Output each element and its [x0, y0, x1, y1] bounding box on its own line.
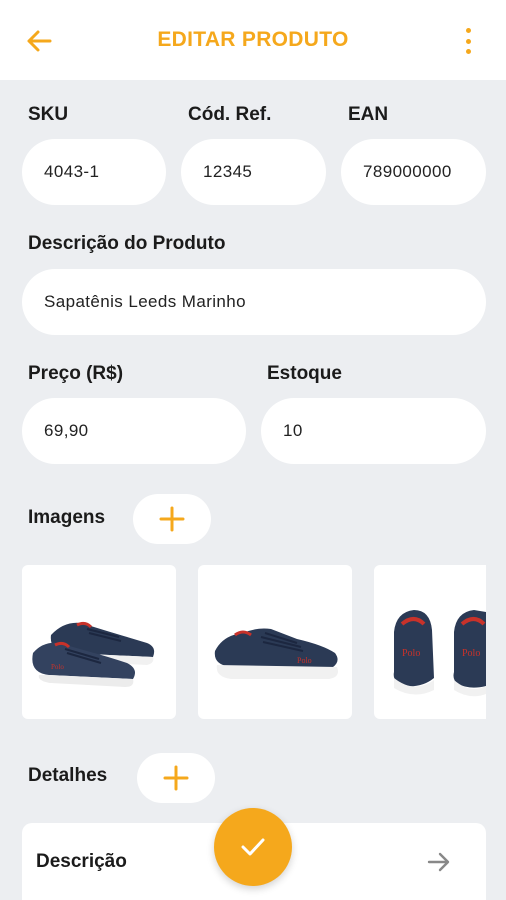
ean-field[interactable]: 789000000 [341, 139, 486, 205]
sneaker-rear-image: Polo Polo [393, 610, 486, 697]
svg-text:Polo: Polo [51, 663, 64, 671]
svg-text:Polo: Polo [402, 648, 420, 659]
plus-icon [159, 506, 185, 532]
description-label: Descrição do Produto [28, 233, 226, 254]
stock-label: Estoque [267, 363, 342, 384]
sneaker-pair-image: Polo [32, 621, 155, 687]
add-image-button[interactable] [133, 494, 211, 544]
svg-text:Polo: Polo [297, 656, 312, 665]
add-detail-button[interactable] [137, 753, 215, 803]
ref-field[interactable]: 12345 [181, 139, 326, 205]
more-vert-icon [465, 28, 471, 33]
more-options-button[interactable] [458, 28, 478, 54]
price-field[interactable]: 69,90 [22, 398, 246, 464]
sneaker-side-image: Polo [214, 628, 338, 679]
save-fab-button[interactable] [214, 808, 292, 886]
sku-label: SKU [28, 104, 69, 125]
ean-label: EAN [348, 104, 389, 125]
ref-label: Cód. Ref. [188, 104, 272, 125]
svg-text:Polo: Polo [462, 648, 480, 659]
images-label: Imagens [28, 507, 106, 528]
price-label: Preço (R$) [28, 363, 124, 384]
detail-item-label: Descrição [36, 851, 127, 872]
check-icon [241, 838, 265, 856]
product-image-2[interactable]: Polo [198, 565, 352, 719]
sku-field[interactable]: 4043-1 [22, 139, 166, 205]
product-image-1[interactable]: Polo [22, 565, 176, 719]
app-bar: EDITAR PRODUTO [0, 0, 506, 80]
product-image-3[interactable]: Polo Polo [374, 565, 486, 719]
page-title: EDITAR PRODUTO [157, 28, 349, 51]
plus-icon [163, 765, 189, 791]
description-field[interactable]: Sapatênis Leeds Marinho [22, 269, 486, 335]
details-label: Detalhes [28, 765, 108, 786]
arrow-right-icon [427, 852, 450, 872]
stock-field[interactable]: 10 [261, 398, 486, 464]
